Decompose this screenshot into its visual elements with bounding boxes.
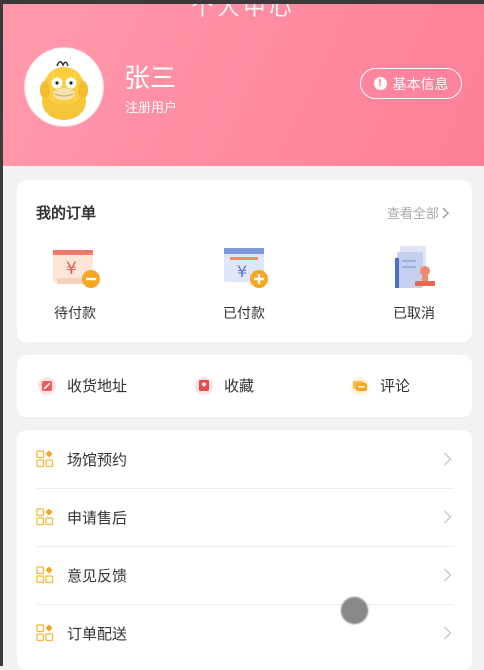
floating-assistive-button[interactable] <box>340 596 369 625</box>
orders-title: 我的订单 <box>36 204 97 222</box>
menu-item-venue-booking[interactable]: 场馆预约 <box>36 430 454 489</box>
user-name: 张三 <box>124 64 177 94</box>
menu-item-after-sales[interactable]: 申请售后 <box>36 488 454 547</box>
menu-item-feedback[interactable]: 意见反馈 <box>36 546 454 605</box>
order-label: 已付款 <box>223 306 265 322</box>
menu-item-order-delivery[interactable]: 订单配送 <box>36 604 454 662</box>
menu-label: 意见反馈 <box>67 566 128 585</box>
chevron-right-icon <box>443 452 452 466</box>
svg-text:¥: ¥ <box>237 262 247 281</box>
basic-info-label: 基本信息 <box>392 76 449 93</box>
chevron-right-icon <box>443 626 452 640</box>
menu-label: 场馆预约 <box>67 450 128 469</box>
order-label: 待付款 <box>54 306 96 322</box>
view-all-label: 查看全部 <box>386 207 439 222</box>
favorite-icon <box>194 376 214 396</box>
pending-payment-icon: ¥ <box>45 244 105 294</box>
address-icon <box>37 376 57 396</box>
duck-avatar-icon <box>27 50 101 124</box>
shortcut-label: 评论 <box>380 377 411 395</box>
shortcut-address[interactable]: 收货地址 <box>37 375 127 396</box>
grid-icon <box>36 566 54 584</box>
shortcuts-card: 收货地址 收藏 评论 <box>17 355 472 417</box>
order-paid[interactable]: ¥ 已付款 <box>199 244 289 323</box>
order-label: 已取消 <box>393 306 435 322</box>
menu-card: 场馆预约 申请售后 意见反馈 订单配送 <box>17 430 472 670</box>
grid-icon <box>36 508 54 526</box>
grid-icon <box>36 450 54 468</box>
chevron-right-icon <box>442 206 450 219</box>
svg-text:¥: ¥ <box>66 259 77 279</box>
order-cancelled[interactable]: 已取消 <box>369 244 459 323</box>
cancelled-icon <box>384 244 444 294</box>
avatar[interactable] <box>25 48 103 126</box>
grid-icon <box>36 624 54 642</box>
basic-info-button[interactable]: ! 基本信息 <box>360 68 462 99</box>
comment-icon <box>350 376 370 396</box>
menu-label: 申请售后 <box>67 508 128 527</box>
user-role: 注册用户 <box>125 101 178 116</box>
chevron-right-icon <box>443 510 452 524</box>
paid-icon: ¥ <box>214 244 274 294</box>
orders-card: 我的订单 查看全部 ¥ 待付款 ¥ 已付款 已取消 <box>17 180 472 342</box>
menu-label: 订单配送 <box>67 624 128 643</box>
shortcut-label: 收货地址 <box>67 377 128 395</box>
profile-header: 个人中心 张三 注册用户 ! 基本信息 <box>3 4 484 166</box>
chevron-right-icon <box>443 568 452 582</box>
view-all-orders-link[interactable]: 查看全部 <box>387 203 450 222</box>
page-title: 个人中心 <box>191 4 296 21</box>
order-pending-payment[interactable]: ¥ 待付款 <box>30 244 120 323</box>
window-left-border <box>0 0 3 666</box>
exclamation-icon: ! <box>373 77 387 90</box>
shortcut-label: 收藏 <box>224 377 255 395</box>
shortcut-comment[interactable]: 评论 <box>350 375 410 396</box>
shortcut-favorite[interactable]: 收藏 <box>194 375 254 396</box>
